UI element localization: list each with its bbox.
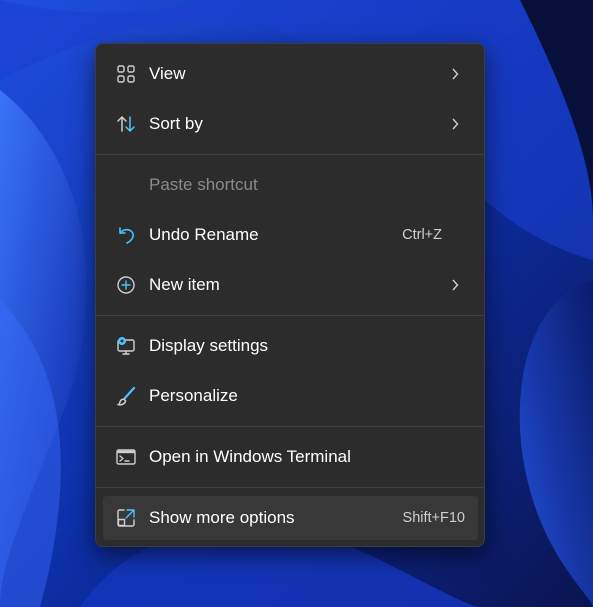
- menu-item-label: Display settings: [149, 336, 269, 355]
- menu-item-label: Sort by: [149, 114, 203, 133]
- chevron-right-icon: [451, 279, 459, 291]
- menu-item-label: Personalize: [149, 386, 238, 405]
- grid-icon: [115, 63, 137, 85]
- menu-item-label: New item: [149, 275, 220, 294]
- menu-item-view[interactable]: View: [103, 52, 478, 96]
- menu-item-label: View: [149, 64, 186, 83]
- menu-item-sort-by[interactable]: Sort by: [103, 102, 478, 146]
- menu-item-open-terminal[interactable]: Open in Windows Terminal: [103, 435, 478, 479]
- display-gear-icon: [115, 335, 137, 357]
- menu-separator: [96, 487, 484, 488]
- menu-item-paste-shortcut: Paste shortcut: [103, 163, 478, 207]
- undo-icon: [115, 224, 137, 246]
- menu-item-undo-rename[interactable]: Undo Rename Ctrl+Z: [103, 213, 478, 257]
- menu-item-display-settings[interactable]: Display settings: [103, 324, 478, 368]
- keyboard-shortcut: Ctrl+Z: [402, 227, 442, 243]
- menu-item-new-item[interactable]: New item: [103, 263, 478, 307]
- menu-item-label: Paste shortcut: [149, 175, 258, 194]
- expand-icon: [115, 507, 137, 529]
- menu-item-label: Show more options: [149, 508, 295, 527]
- chevron-right-icon: [451, 118, 459, 130]
- menu-item-personalize[interactable]: Personalize: [103, 374, 478, 418]
- menu-item-label: Undo Rename: [149, 225, 259, 244]
- chevron-right-icon: [451, 68, 459, 80]
- menu-item-label: Open in Windows Terminal: [149, 447, 351, 466]
- plus-circle-icon: [115, 274, 137, 296]
- menu-separator: [96, 154, 484, 155]
- menu-separator: [96, 426, 484, 427]
- sort-arrows-icon: [115, 113, 137, 135]
- desktop-context-menu: View Sort by Paste shortcut Undo Rename …: [95, 43, 485, 547]
- keyboard-shortcut: Shift+F10: [402, 510, 465, 526]
- brush-icon: [115, 385, 137, 407]
- menu-item-show-more-options[interactable]: Show more options Shift+F10: [103, 496, 478, 540]
- menu-separator: [96, 315, 484, 316]
- terminal-icon: [115, 446, 137, 468]
